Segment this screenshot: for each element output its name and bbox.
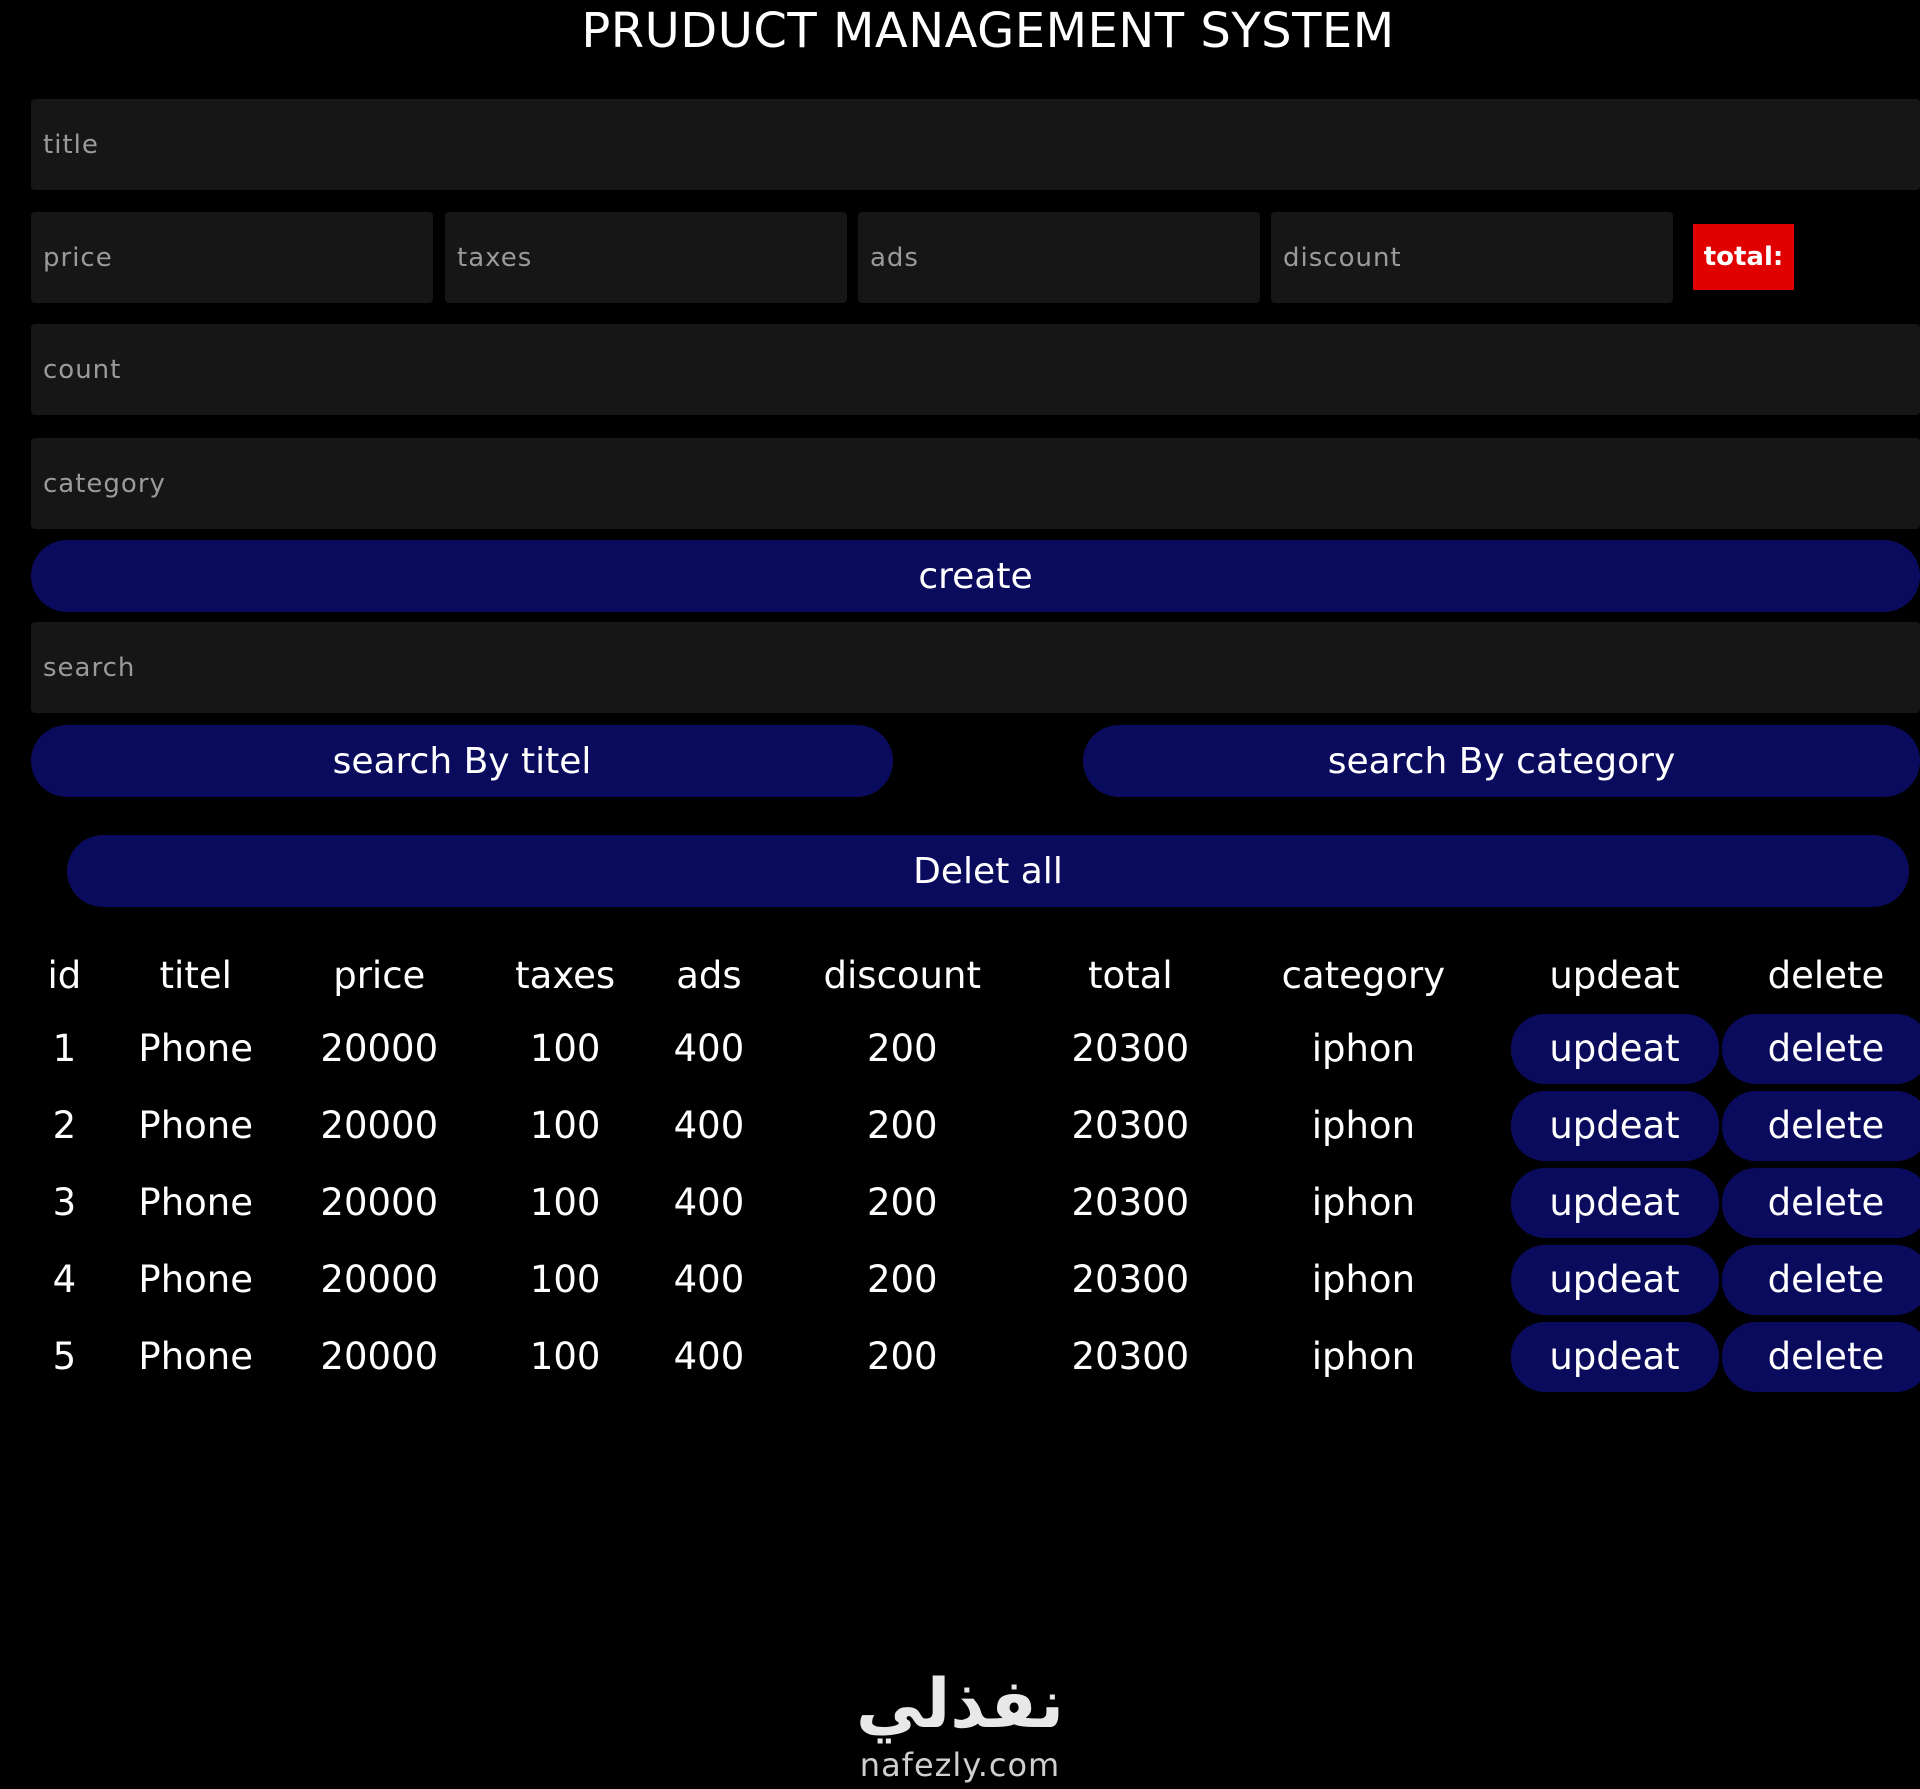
update-button[interactable]: updeat (1510, 1167, 1719, 1238)
cell-price: 20000 (320, 1027, 439, 1070)
cell-ads: 400 (673, 1027, 745, 1070)
cell-id: 1 (52, 1027, 77, 1070)
header-delete: delete (1767, 953, 1885, 997)
header-taxes: taxes (515, 953, 616, 997)
cell-taxes: 100 (529, 1181, 601, 1224)
cell-update: updeat (1507, 1087, 1722, 1164)
cell-taxes: 100 (529, 1027, 601, 1070)
cell-id: 4 (52, 1258, 77, 1301)
cell-ads: 400 (673, 1258, 745, 1301)
cell-total: 20300 (1071, 1181, 1190, 1224)
delete-button[interactable]: delete (1721, 1013, 1920, 1084)
category-input[interactable] (31, 438, 1920, 529)
cell-update: updeat (1507, 1318, 1722, 1395)
cell-taxes: 100 (529, 1104, 601, 1147)
cell-discount: 200 (866, 1335, 938, 1378)
cell-taxes: 100 (529, 1258, 601, 1301)
header-total: total (1088, 953, 1173, 997)
cell-category: iphon (1311, 1335, 1416, 1378)
watermark-logo: نفذلي (855, 1665, 1065, 1744)
price-input[interactable] (31, 212, 433, 303)
cell-delete: delete (1721, 1318, 1920, 1395)
count-input[interactable] (31, 324, 1920, 415)
header-price: price (333, 953, 426, 997)
update-button[interactable]: updeat (1510, 1013, 1719, 1084)
cell-total: 20300 (1071, 1335, 1190, 1378)
cell-category: iphon (1311, 1258, 1416, 1301)
cell-total: 20300 (1071, 1027, 1190, 1070)
cell-id: 2 (52, 1104, 77, 1147)
cell-update: updeat (1507, 1010, 1722, 1087)
cell-total: 20300 (1071, 1258, 1190, 1301)
search-by-title-button[interactable]: search By titel (31, 725, 893, 797)
cell-title: Phone (138, 1258, 254, 1301)
taxes-input[interactable] (445, 212, 847, 303)
cell-update: updeat (1507, 1241, 1722, 1318)
delete-button[interactable]: delete (1721, 1167, 1920, 1238)
table-row: 2 Phone 20000 100 400 200 20300 iphon up… (20, 1087, 1920, 1164)
cell-title: Phone (138, 1335, 254, 1378)
table-row: 5 Phone 20000 100 400 200 20300 iphon up… (20, 1318, 1920, 1395)
cell-price: 20000 (320, 1104, 439, 1147)
cell-title: Phone (138, 1027, 254, 1070)
page-title: PRUDUCT MANAGEMENT SYSTEM (581, 3, 1395, 59)
cell-taxes: 100 (529, 1335, 601, 1378)
header-title: titel (159, 953, 232, 997)
cell-id: 5 (52, 1335, 77, 1378)
header-update: updeat (1549, 953, 1680, 997)
table-row: 4 Phone 20000 100 400 200 20300 iphon up… (20, 1241, 1920, 1318)
cell-id: 3 (52, 1181, 77, 1224)
search-input[interactable] (31, 622, 1920, 713)
cell-category: iphon (1311, 1181, 1416, 1224)
delete-button[interactable]: delete (1721, 1244, 1920, 1315)
watermark: نفذلي nafezly.com (0, 1665, 1920, 1785)
update-button[interactable]: updeat (1510, 1090, 1719, 1161)
cell-discount: 200 (866, 1104, 938, 1147)
products-table: id titel price taxes ads discount total … (20, 940, 1920, 1395)
header-discount: discount (823, 953, 981, 997)
delete-button[interactable]: delete (1721, 1090, 1920, 1161)
cell-price: 20000 (320, 1258, 439, 1301)
cell-ads: 400 (673, 1335, 745, 1378)
ads-input[interactable] (858, 212, 1260, 303)
cell-discount: 200 (866, 1181, 938, 1224)
cell-price: 20000 (320, 1335, 439, 1378)
cell-price: 20000 (320, 1181, 439, 1224)
table-header-row: id titel price taxes ads discount total … (20, 940, 1920, 1010)
cell-ads: 400 (673, 1104, 745, 1147)
discount-input[interactable] (1271, 212, 1673, 303)
cell-delete: delete (1721, 1241, 1920, 1318)
delete-all-button[interactable]: Delet all (67, 835, 1909, 907)
table-row: 1 Phone 20000 100 400 200 20300 iphon up… (20, 1010, 1920, 1087)
cell-delete: delete (1721, 1164, 1920, 1241)
cell-discount: 200 (866, 1027, 938, 1070)
create-button[interactable]: create (31, 540, 1920, 612)
header-id: id (47, 953, 82, 997)
cell-title: Phone (138, 1104, 254, 1147)
cell-title: Phone (138, 1181, 254, 1224)
update-button[interactable]: updeat (1510, 1321, 1719, 1392)
header-category: category (1281, 953, 1446, 997)
cell-delete: delete (1721, 1087, 1920, 1164)
header-ads: ads (676, 953, 742, 997)
cell-delete: delete (1721, 1010, 1920, 1087)
cell-ads: 400 (673, 1181, 745, 1224)
cell-category: iphon (1311, 1027, 1416, 1070)
watermark-domain: nafezly.com (859, 1746, 1061, 1784)
total-badge: total: (1693, 224, 1794, 290)
title-input[interactable] (31, 99, 1920, 190)
cell-category: iphon (1311, 1104, 1416, 1147)
table-row: 3 Phone 20000 100 400 200 20300 iphon up… (20, 1164, 1920, 1241)
cell-total: 20300 (1071, 1104, 1190, 1147)
cell-update: updeat (1507, 1164, 1722, 1241)
search-by-category-button[interactable]: search By category (1083, 725, 1920, 797)
update-button[interactable]: updeat (1510, 1244, 1719, 1315)
delete-button[interactable]: delete (1721, 1321, 1920, 1392)
cell-discount: 200 (866, 1258, 938, 1301)
